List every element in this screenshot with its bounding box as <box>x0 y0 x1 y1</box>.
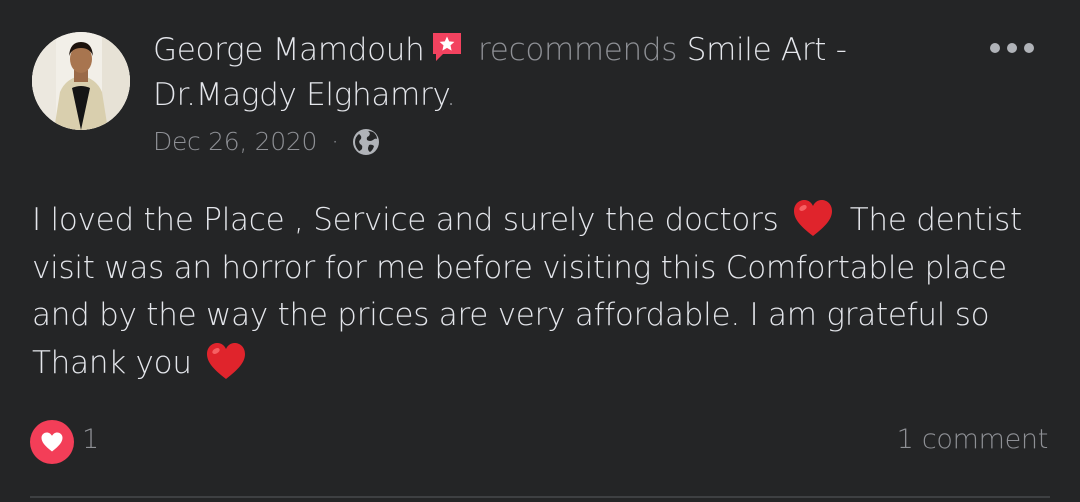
reaction-count[interactable]: 1 <box>82 424 99 455</box>
divider <box>30 496 1050 498</box>
post-body: I loved the Place , Service and surely t… <box>32 197 1042 387</box>
post-date[interactable]: Dec 26, 2020 <box>153 124 317 160</box>
star-speech-bubble-icon <box>430 30 464 64</box>
post-body-part-1: I loved the Place , Service and surely t… <box>32 202 779 238</box>
red-heart-emoji-icon <box>792 198 834 238</box>
meta-separator: · <box>331 127 339 156</box>
more-options-button[interactable] <box>990 36 1034 60</box>
recommends-label: recommends <box>478 32 678 68</box>
love-reaction-icon[interactable] <box>30 420 74 464</box>
more-horizontal-icon-dot <box>1007 43 1017 53</box>
globe-icon <box>351 127 381 157</box>
more-horizontal-icon-dot <box>1024 43 1034 53</box>
comment-count-link[interactable]: 1 comment <box>897 424 1049 455</box>
post-footer: 1 1 comment <box>30 420 1050 466</box>
more-horizontal-icon-dot <box>990 43 1000 53</box>
red-heart-emoji-icon <box>205 341 247 381</box>
post-header: George Mamdouh recommends Smile Art - Dr… <box>153 28 933 118</box>
author-name[interactable]: George Mamdouh <box>153 32 425 68</box>
recommendation-post: George Mamdouh recommends Smile Art - Dr… <box>0 0 1080 502</box>
page-name-suffix: . <box>446 77 456 113</box>
avatar[interactable] <box>32 32 130 130</box>
post-meta: Dec 26, 2020 · <box>153 124 381 160</box>
